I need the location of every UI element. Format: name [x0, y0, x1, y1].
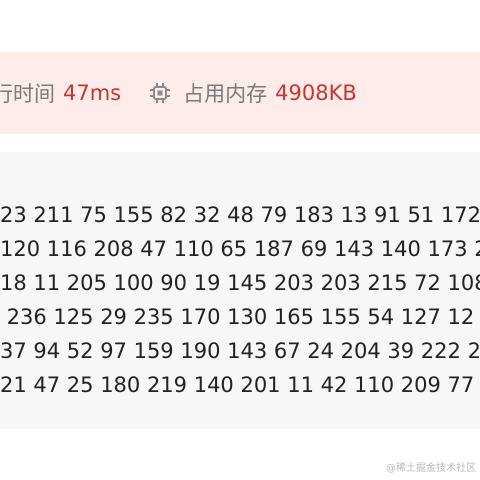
output-panel[interactable]: 23 211 75 155 82 32 48 79 183 13 91 51 1… [0, 152, 480, 429]
execution-stats-bar: 行时间 47ms 占用内存 4908KB [0, 52, 480, 134]
execution-time-label: 行时间 [0, 82, 55, 106]
memory-usage-stat: 占用内存 4908KB [149, 78, 357, 108]
watermark: @稀土掘金技术社区 [386, 463, 476, 474]
output-line: 236 125 29 235 170 130 165 155 54 127 12 [0, 305, 475, 329]
memory-usage-label: 占用内存 [183, 82, 268, 106]
chip-icon [149, 82, 171, 104]
output-text: 23 211 75 155 82 32 48 79 183 13 91 51 1… [0, 198, 480, 402]
output-line: 21 47 25 180 219 140 201 11 42 110 209 7… [0, 373, 475, 397]
execution-time-stat: 行时间 47ms [0, 78, 121, 108]
memory-usage-value: 4908KB [275, 81, 357, 105]
output-line: 23 211 75 155 82 32 48 79 183 13 91 51 1… [0, 203, 480, 227]
execution-time-value: 47ms [63, 81, 122, 105]
output-line: 18 11 205 100 90 19 145 203 203 215 72 1… [0, 271, 480, 295]
output-line: 37 94 52 97 159 190 143 67 24 204 39 222… [0, 339, 480, 363]
output-line: 120 116 208 47 110 65 187 69 143 140 173… [0, 237, 480, 261]
